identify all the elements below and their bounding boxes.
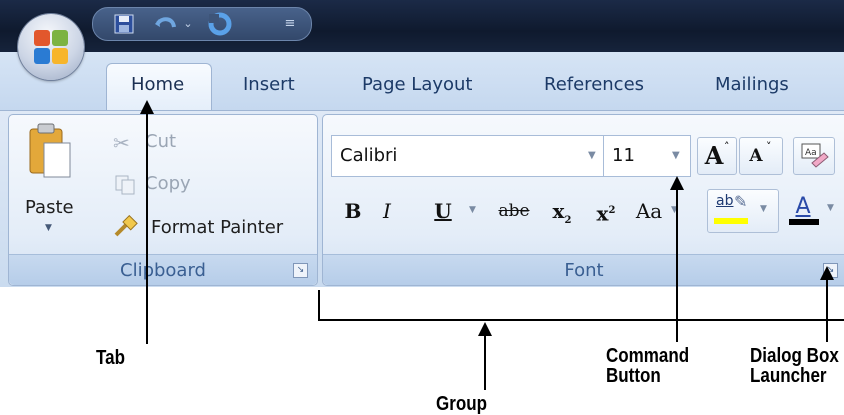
- group-pointer-line: [484, 332, 486, 390]
- subscript-label: x: [552, 199, 565, 223]
- group-bracket-bottom: [318, 319, 844, 321]
- grow-font-label: A: [704, 141, 724, 170]
- font-group-label: Font: [564, 260, 604, 281]
- clipboard-group: Paste ▼ ✂ Cut Copy Format Painter Clipbo…: [8, 114, 318, 286]
- tab-page-layout[interactable]: Page Layout: [362, 74, 473, 95]
- tab-insert[interactable]: Insert: [243, 74, 295, 95]
- launcher-arrowhead-icon: [820, 266, 834, 280]
- shrink-font-caret-icon: ˅: [766, 140, 772, 153]
- underline-dropdown-icon[interactable]: ▼: [469, 205, 476, 215]
- highlighter-pen-icon: ✎: [734, 192, 748, 211]
- paste-label: Paste: [25, 197, 74, 218]
- paste-button[interactable]: Paste ▼: [17, 121, 87, 241]
- font-color-button[interactable]: A ▼: [783, 189, 841, 231]
- font-name-combo[interactable]: Calibri ▼: [331, 135, 605, 177]
- clipboard-icon: [29, 123, 71, 178]
- tab-references[interactable]: References: [544, 74, 644, 95]
- office-logo-icon: [34, 30, 68, 64]
- strikethrough-button[interactable]: abe: [491, 193, 537, 229]
- underline-button[interactable]: U: [427, 193, 459, 229]
- clear-formatting-button[interactable]: Aa: [793, 137, 835, 175]
- grow-font-caret-icon: ˄: [724, 140, 730, 153]
- format-painter-button[interactable]: Format Painter: [151, 217, 283, 238]
- clipboard-group-label: Clipboard: [120, 260, 206, 281]
- cut-button[interactable]: Cut: [145, 131, 176, 152]
- font-name-dropdown-icon[interactable]: ▼: [588, 150, 596, 161]
- clipboard-footer: Clipboard ↘: [9, 254, 317, 285]
- italic-button[interactable]: I: [371, 193, 403, 229]
- tab-home[interactable]: Home: [131, 74, 184, 95]
- change-case-button[interactable]: Aa: [627, 193, 671, 229]
- clear-formatting-icon: Aa: [801, 143, 829, 168]
- copy-icon: [115, 175, 137, 199]
- group-bracket-left: [318, 290, 320, 320]
- copy-button[interactable]: Copy: [145, 173, 191, 194]
- cut-icon: ✂: [113, 131, 130, 155]
- font-size-value: 11: [612, 145, 635, 166]
- tab-callout: Tab: [96, 347, 125, 369]
- highlight-color-bar: [714, 218, 748, 224]
- superscript-label: x: [596, 201, 609, 226]
- font-group: Calibri ▼ 11 ▼ A ˄ A ˅ Aa B I U ▼ abe x2…: [322, 114, 844, 286]
- subscript-button[interactable]: x2: [545, 193, 579, 229]
- dropdown-arrow-icon[interactable]: ⌄: [181, 8, 195, 40]
- paste-dropdown-icon: ▼: [45, 223, 52, 233]
- command-button-callout: Command Button: [606, 345, 690, 387]
- format-row: B I U ▼ abe x2 x2 Aa ▼ ab ✎ ▼ A ▼: [331, 189, 841, 233]
- office-button[interactable]: [18, 14, 84, 80]
- undo-icon[interactable]: [151, 8, 179, 40]
- quick-access-toolbar: ⌄ ≡: [92, 7, 312, 41]
- dialog-box-launcher-callout: Dialog Box Launcher: [750, 345, 839, 387]
- font-footer: Font ↘: [323, 254, 844, 285]
- grow-font-button[interactable]: A ˄: [697, 137, 737, 175]
- format-painter-icon: [113, 214, 139, 243]
- shrink-font-button[interactable]: A ˅: [739, 137, 783, 175]
- clipboard-dialog-launcher[interactable]: ↘: [293, 263, 308, 278]
- font-size-dropdown-icon[interactable]: ▼: [672, 150, 680, 161]
- command-pointer-line: [676, 186, 678, 342]
- tab-pointer-line: [146, 110, 148, 344]
- redo-icon[interactable]: [205, 8, 235, 40]
- highlight-button[interactable]: ab ✎ ▼: [707, 189, 779, 233]
- launcher-pointer-line: [826, 276, 828, 342]
- command-arrowhead-icon: [670, 176, 684, 190]
- highlight-label: ab: [716, 193, 734, 209]
- font-name-value: Calibri: [340, 145, 398, 166]
- font-size-combo[interactable]: 11 ▼: [603, 135, 691, 177]
- tab-mailings[interactable]: Mailings: [715, 74, 789, 95]
- bold-button[interactable]: B: [337, 193, 369, 229]
- font-color-dropdown-icon[interactable]: ▼: [827, 203, 834, 213]
- tab-arrowhead-icon: [140, 100, 154, 114]
- group-callout: Group: [436, 393, 487, 415]
- customize-icon[interactable]: ≡: [283, 8, 297, 40]
- save-icon[interactable]: [111, 8, 137, 40]
- svg-text:Aa: Aa: [805, 148, 817, 158]
- highlight-dropdown-icon[interactable]: ▼: [760, 204, 767, 214]
- shrink-font-label: A: [749, 146, 763, 166]
- superscript-button[interactable]: x2: [589, 193, 623, 229]
- font-color-bar: [789, 219, 819, 225]
- group-arrowhead-icon: [478, 322, 492, 336]
